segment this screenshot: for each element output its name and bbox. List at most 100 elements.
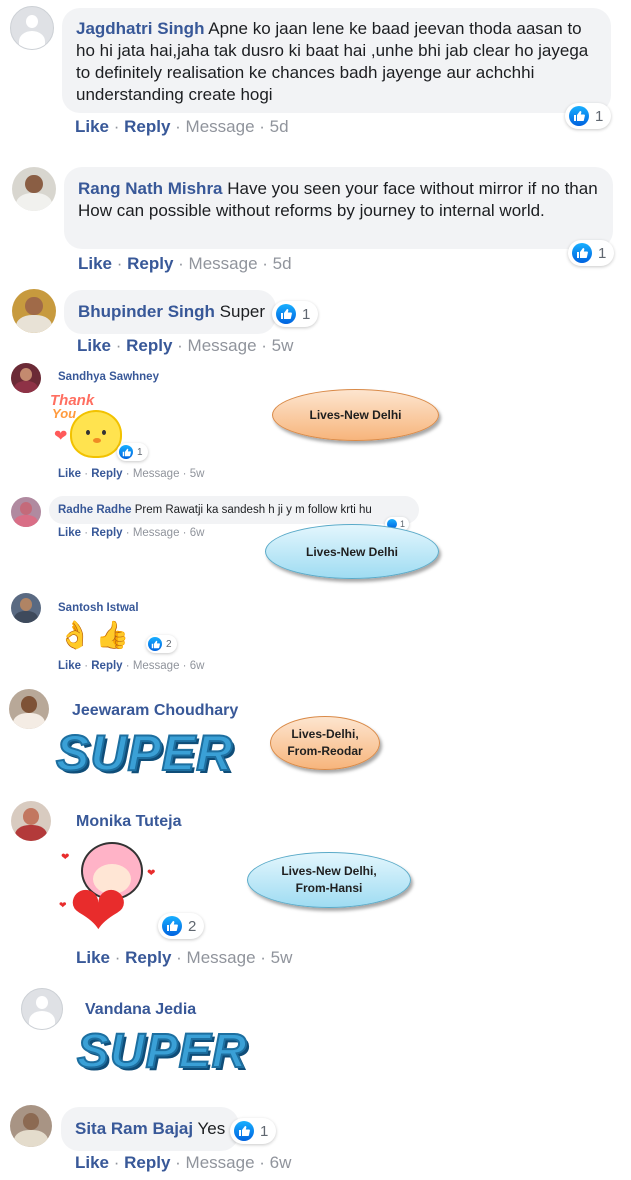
like-link[interactable]: Like (58, 468, 81, 480)
like-reaction-icon (148, 637, 162, 651)
comment-text: Super (219, 302, 266, 321)
avatar[interactable] (11, 801, 51, 841)
avatar[interactable] (10, 6, 54, 50)
reaction-number: 1 (598, 244, 607, 262)
like-reaction-icon (234, 1121, 254, 1141)
timestamp[interactable]: 6w (190, 527, 205, 539)
comment-actions: Like · Reply · Message · 5w (58, 468, 205, 480)
timestamp[interactable]: 6w (270, 1153, 292, 1172)
chick-icon (70, 410, 122, 458)
like-reaction-icon (569, 106, 589, 126)
like-link[interactable]: Like (75, 117, 109, 136)
avatar[interactable] (12, 289, 56, 333)
timestamp[interactable]: 5w (190, 468, 205, 480)
comment-actions: Like · Reply · Message · 6w (75, 1153, 292, 1172)
big-heart-icon: ❤ (69, 872, 128, 944)
heart-icon: ❤ (54, 428, 68, 445)
avatar[interactable] (12, 167, 56, 211)
message-link[interactable]: Message (187, 948, 256, 967)
reply-link[interactable]: Reply (127, 254, 173, 273)
reply-link[interactable]: Reply (91, 660, 122, 672)
commenter-name[interactable]: Bhupinder Singh (78, 302, 215, 321)
reaction-count[interactable]: 2 (146, 635, 177, 653)
avatar[interactable] (11, 497, 41, 527)
comment-actions: Like · Reply · Message · 6w (58, 527, 205, 539)
avatar[interactable] (11, 593, 41, 623)
message-link[interactable]: Message (188, 336, 257, 355)
user-photo-avatar (21, 696, 37, 713)
sticker-text: You (52, 406, 77, 421)
like-reaction-icon (119, 445, 133, 459)
user-photo-avatar (20, 502, 32, 515)
like-link[interactable]: Like (58, 660, 81, 672)
location-annotation: Lives-New Delhi, From-Hansi (247, 852, 411, 908)
location-annotation: Lives-New Delhi (265, 524, 439, 579)
reaction-number: 1 (137, 446, 143, 458)
message-link[interactable]: Message (133, 527, 180, 539)
like-link[interactable]: Like (78, 254, 112, 273)
commenter-name[interactable]: Jeewaram Choudhary (72, 702, 238, 720)
avatar[interactable] (21, 988, 63, 1030)
avatar[interactable] (9, 689, 49, 729)
commenter-name[interactable]: Rang Nath Mishra (78, 179, 223, 198)
timestamp[interactable]: 5w (272, 336, 294, 355)
reaction-number: 2 (188, 917, 197, 935)
annotation-text: Lives-New Delhi (309, 408, 402, 422)
reaction-number: 1 (595, 107, 604, 125)
like-link[interactable]: Like (58, 527, 81, 539)
reaction-count[interactable]: 1 (230, 1118, 277, 1144)
commenter-name[interactable]: Santosh Istwal (58, 602, 139, 614)
super-sticker: SUPER (50, 722, 235, 790)
reaction-count[interactable]: 1 (565, 103, 612, 129)
reply-link[interactable]: Reply (91, 468, 122, 480)
like-link[interactable]: Like (75, 1153, 109, 1172)
reaction-count[interactable]: 1 (117, 443, 148, 461)
reaction-count[interactable]: 1 (568, 240, 615, 266)
reply-link[interactable]: Reply (125, 948, 171, 967)
reaction-number: 1 (302, 305, 311, 323)
commenter-name[interactable]: Jagdhatri Singh (76, 19, 204, 38)
reaction-number: 1 (400, 519, 406, 529)
location-annotation: Lives-Delhi, From-Reodar (270, 716, 380, 770)
default-avatar-icon (36, 996, 48, 1009)
annotation-text: From-Hansi (295, 881, 363, 895)
commenter-name[interactable]: Sita Ram Bajaj (75, 1119, 193, 1138)
reaction-count[interactable]: 2 (158, 913, 205, 939)
message-link[interactable]: Message (186, 1153, 255, 1172)
annotation-text: Lives-Delhi, (291, 727, 359, 741)
user-photo-avatar (25, 296, 43, 316)
commenter-name[interactable]: Sandhya Sawhney (58, 371, 159, 383)
user-photo-avatar (25, 174, 43, 194)
comment-actions: Like · Reply · Message · 6w (58, 660, 205, 672)
message-link[interactable]: Message (189, 254, 258, 273)
reaction-count[interactable]: 1 (272, 301, 319, 327)
reply-link[interactable]: Reply (91, 527, 122, 539)
reply-link[interactable]: Reply (126, 336, 172, 355)
comment-bubble: Bhupinder Singh Super (64, 290, 276, 334)
comment-text: Prem Rawatji ka sandesh h ji y m follow … (134, 504, 372, 516)
annotation-text: Lives-New Delhi, (281, 864, 377, 878)
like-link[interactable]: Like (77, 336, 111, 355)
commenter-name[interactable]: Monika Tuteja (76, 813, 182, 831)
like-link[interactable]: Like (76, 948, 110, 967)
message-link[interactable]: Message (133, 468, 180, 480)
timestamp[interactable]: 6w (190, 660, 205, 672)
reply-link[interactable]: Reply (124, 1153, 170, 1172)
user-photo-avatar (20, 598, 32, 611)
reply-link[interactable]: Reply (124, 117, 170, 136)
message-link[interactable]: Message (133, 660, 180, 672)
timestamp[interactable]: 5w (271, 948, 293, 967)
timestamp[interactable]: 5d (273, 254, 292, 273)
sticker-text: SUPER (76, 1024, 248, 1079)
comment-bubble: Radhe Radhe Prem Rawatji ka sandesh h ji… (49, 496, 419, 524)
like-reaction-icon (276, 304, 296, 324)
avatar[interactable] (11, 363, 41, 393)
annotation-text: Lives-New Delhi (305, 544, 399, 559)
commenter-name[interactable]: Vandana Jedia (85, 1001, 196, 1019)
comment-actions: Like · Reply · Message · 5d (75, 117, 289, 136)
comment-actions: Like · Reply · Message · 5w (77, 336, 294, 355)
avatar[interactable] (10, 1105, 52, 1147)
timestamp[interactable]: 5d (270, 117, 289, 136)
message-link[interactable]: Message (186, 117, 255, 136)
commenter-name[interactable]: Radhe Radhe (58, 504, 132, 516)
